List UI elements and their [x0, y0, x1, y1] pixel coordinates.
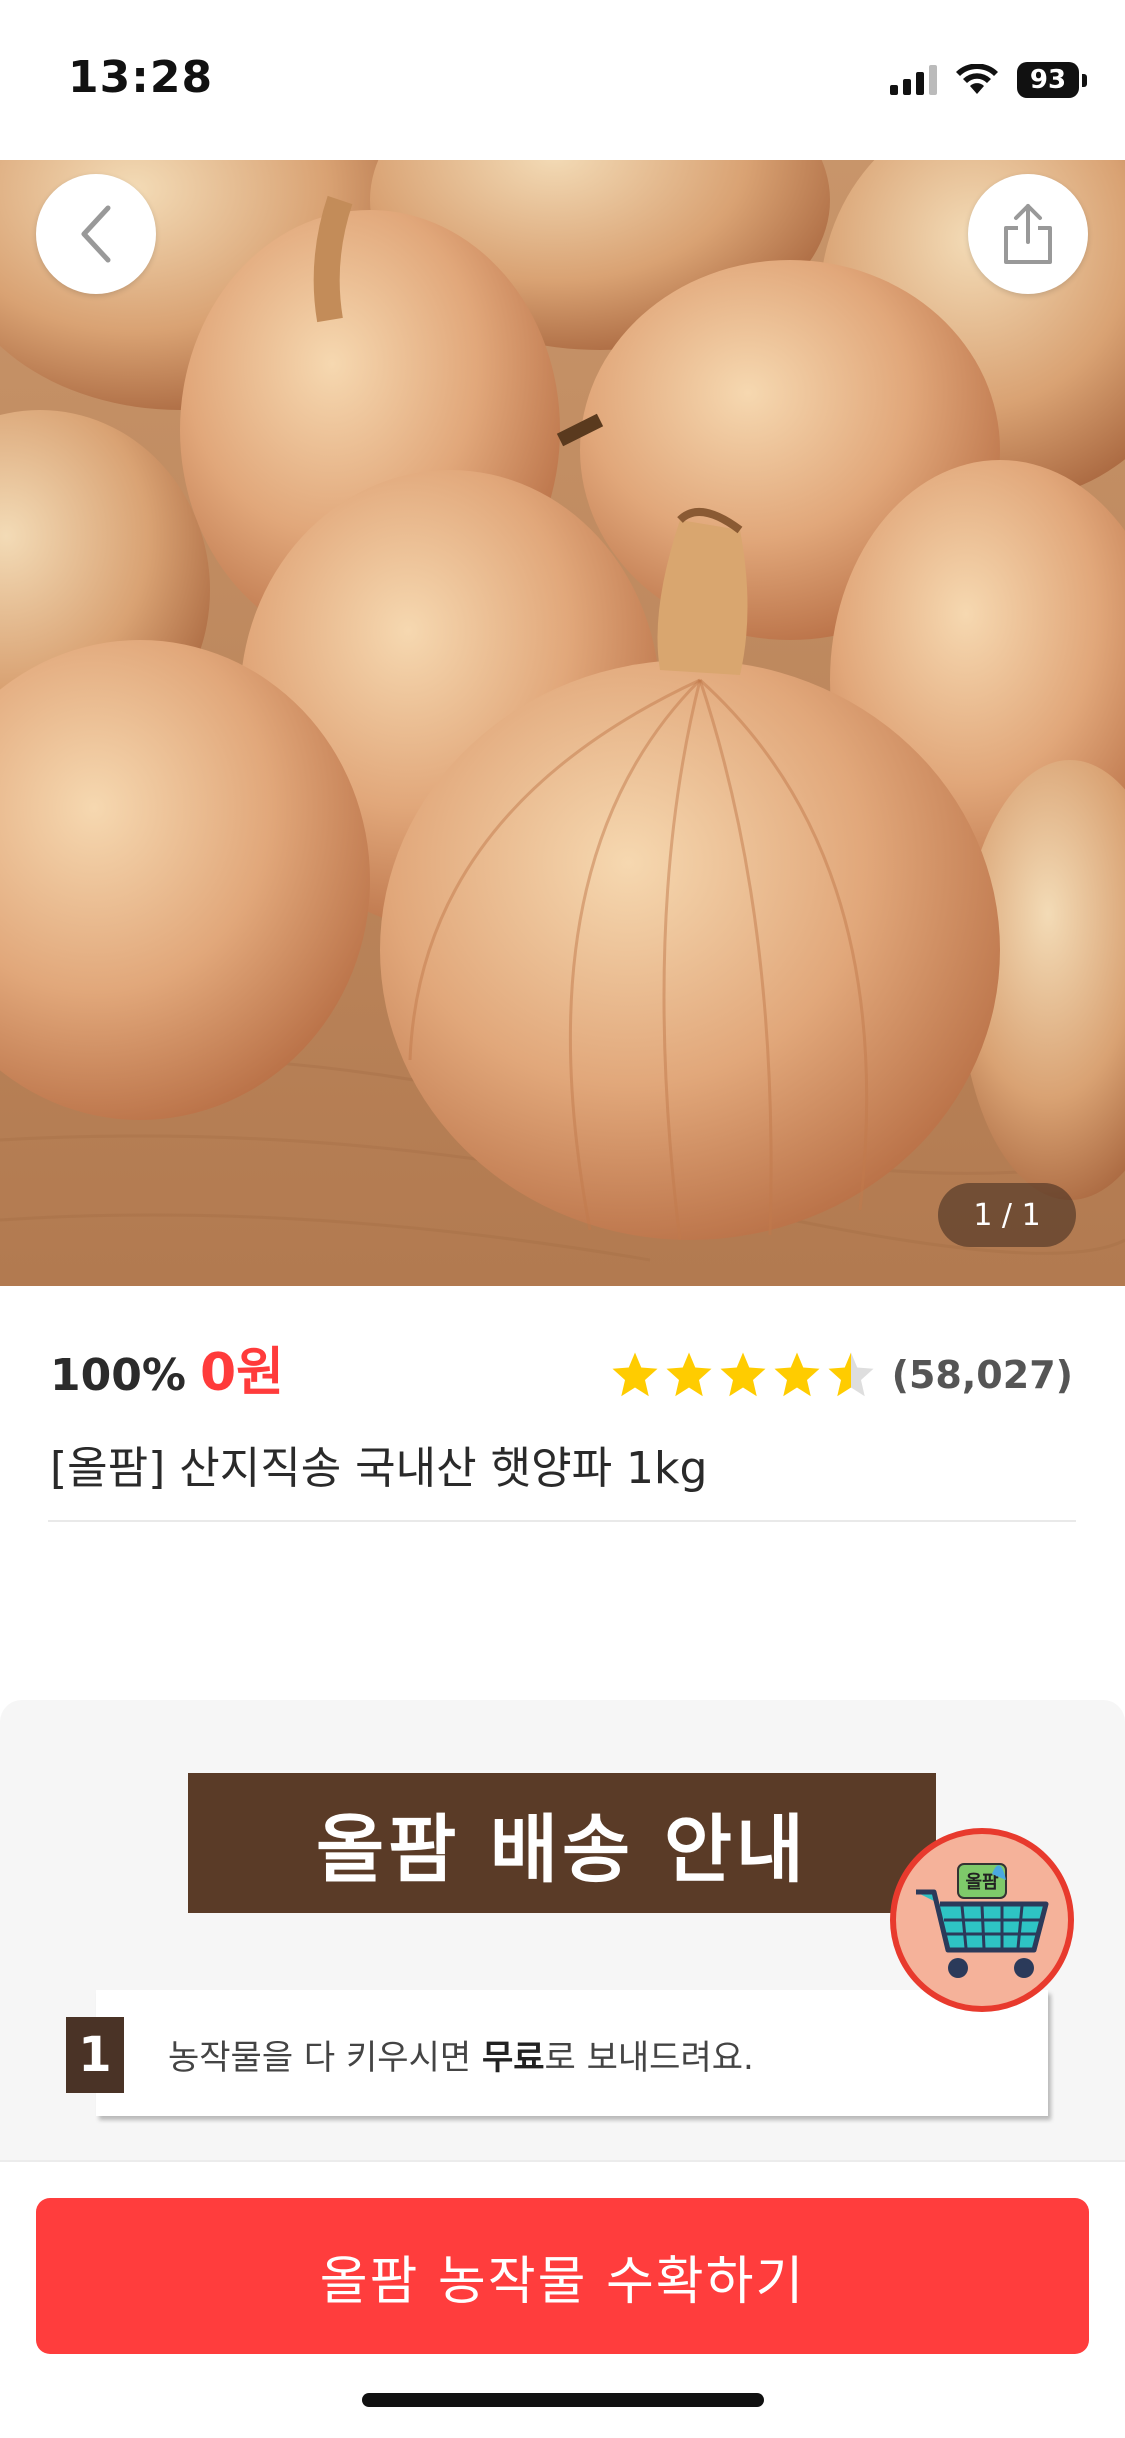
- discount-rate: 100%: [50, 1350, 186, 1401]
- rating[interactable]: (58,027): [610, 1350, 1073, 1400]
- cart-fab-label: 올팜: [965, 1872, 999, 1893]
- allfarm-cart-button[interactable]: 올팜: [890, 1828, 1074, 2012]
- status-icons: 93: [890, 62, 1087, 98]
- battery-level: 93: [1017, 62, 1079, 98]
- divider: [48, 1520, 1076, 1522]
- star-icon: [612, 1352, 658, 1397]
- step-text-bold: 무료: [481, 2038, 545, 2078]
- harvest-button[interactable]: 올팜 농작물 수확하기: [36, 2198, 1089, 2354]
- product-image[interactable]: [0, 160, 1125, 1286]
- step-number: 1: [66, 2017, 124, 2093]
- product-title: [올팜] 산지직송 국내산 햇양파 1kg: [50, 1443, 708, 1494]
- star-icon: [828, 1352, 874, 1397]
- status-bar: 13:28 93: [0, 0, 1125, 160]
- signal-icon: [890, 65, 937, 95]
- price-row: 100% 0원: [50, 1330, 284, 1405]
- home-indicator: [362, 2393, 764, 2407]
- step-text: 농작물을 다 키우시면 무료로 보내드려요.: [168, 2030, 754, 2079]
- step-text-before: 농작물을 다 키우시면: [168, 2038, 482, 2078]
- review-count: (58,027): [891, 1353, 1073, 1397]
- image-page-indicator: 1 / 1: [938, 1183, 1076, 1247]
- back-button[interactable]: [36, 174, 156, 294]
- share-button[interactable]: [968, 174, 1088, 294]
- star-icon: [774, 1352, 820, 1397]
- back-chevron-icon: [81, 205, 111, 263]
- share-icon: [1004, 204, 1052, 264]
- cart-icon: 올팜: [916, 1863, 1049, 1978]
- delivery-banner-title: 올팜 배송 안내: [188, 1773, 936, 1913]
- star-icon: [666, 1352, 712, 1397]
- status-time: 13:28: [68, 52, 214, 103]
- onion-illustration: [0, 160, 1125, 1286]
- star-icon: [720, 1352, 766, 1397]
- price: 0원: [199, 1343, 284, 1403]
- star-rating: [610, 1350, 876, 1400]
- battery-icon: 93: [1017, 62, 1087, 98]
- step-text-after: 로 보내드려요.: [544, 2038, 754, 2078]
- wifi-icon: [956, 64, 998, 94]
